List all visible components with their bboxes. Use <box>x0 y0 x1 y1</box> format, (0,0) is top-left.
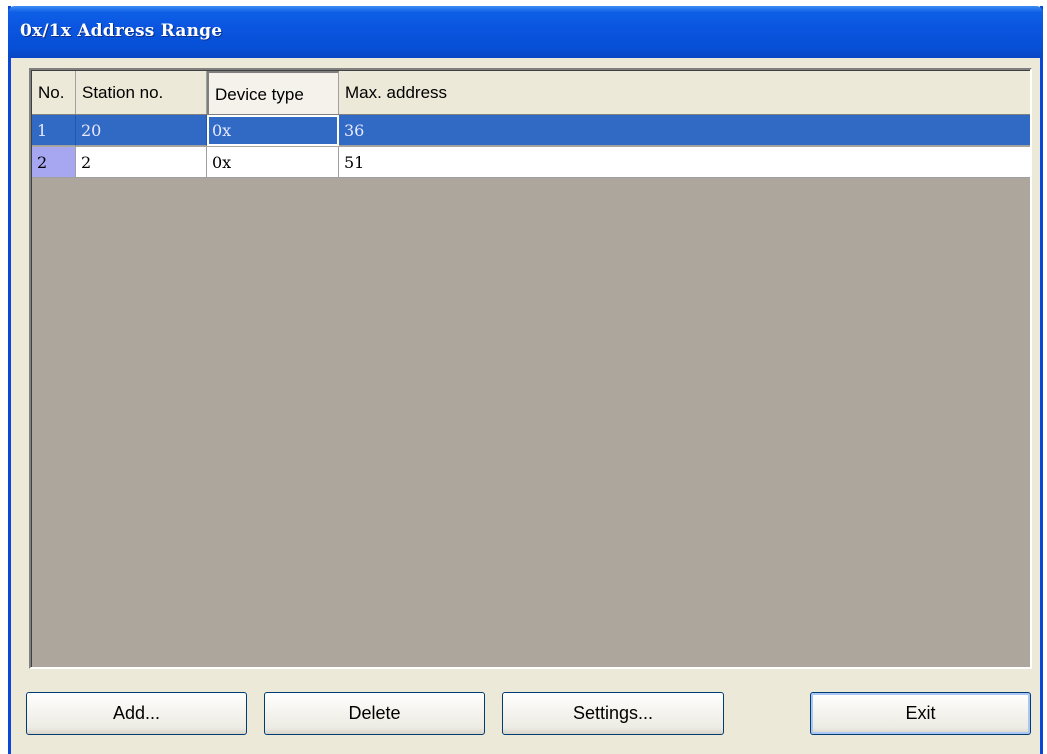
grid-header-row: No. Station no. Device type Max. address <box>32 71 1030 115</box>
cell-device-type[interactable]: 0x <box>207 147 339 178</box>
column-header-device-type[interactable]: Device type <box>207 71 339 114</box>
exit-button[interactable]: Exit <box>810 692 1031 735</box>
column-header-max-address[interactable]: Max. address <box>339 71 1030 114</box>
address-range-dialog: 0x/1x Address Range No. Station no. Devi… <box>8 6 1043 754</box>
cell-station-no[interactable]: 2 <box>76 147 207 178</box>
cell-no[interactable]: 2 <box>32 147 76 178</box>
grid-body: No. Station no. Device type Max. address… <box>31 70 1030 667</box>
window-title: 0x/1x Address Range <box>20 21 223 41</box>
address-range-grid[interactable]: No. Station no. Device type Max. address… <box>29 68 1032 669</box>
column-header-no[interactable]: No. <box>32 71 76 114</box>
cell-max-address[interactable]: 36 <box>339 115 1030 146</box>
cell-no[interactable]: 1 <box>32 115 76 146</box>
add-button[interactable]: Add... <box>26 692 247 735</box>
delete-button[interactable]: Delete <box>264 692 485 735</box>
cell-max-address[interactable]: 51 <box>339 147 1030 178</box>
cell-device-type[interactable]: 0x <box>207 115 339 146</box>
table-row[interactable]: 2 2 0x 51 <box>32 147 1030 179</box>
settings-button[interactable]: Settings... <box>502 692 724 735</box>
cell-station-no[interactable]: 20 <box>76 115 207 146</box>
table-row[interactable]: 1 20 0x 36 <box>32 115 1030 147</box>
title-bar[interactable]: 0x/1x Address Range <box>8 6 1043 58</box>
column-header-station-no[interactable]: Station no. <box>76 71 207 114</box>
